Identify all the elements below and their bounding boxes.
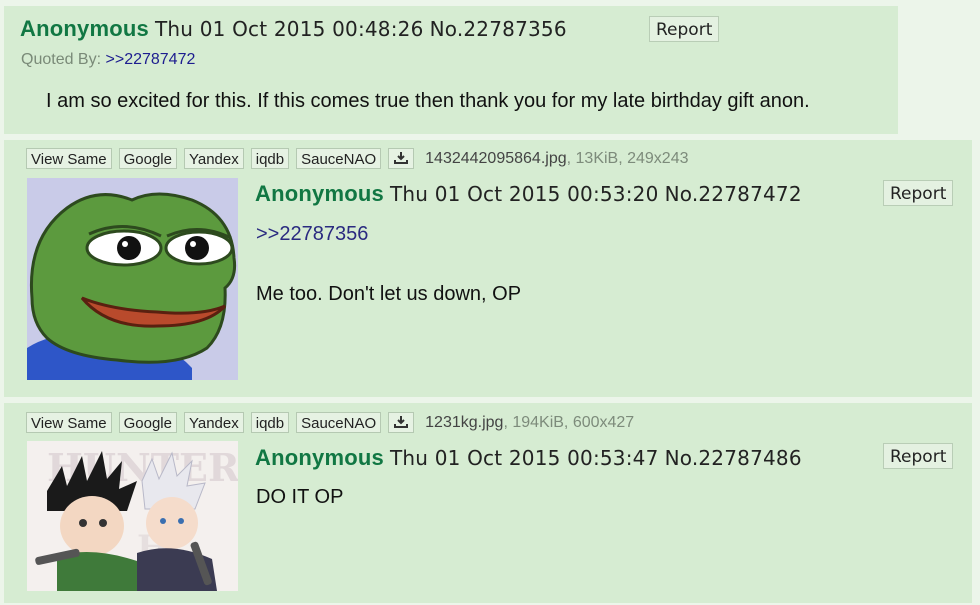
poster-name: Anonymous: [255, 181, 384, 206]
yandex-button[interactable]: Yandex: [183, 412, 244, 433]
file-info: 1432442095864.jpg, 13KiB, 249x243: [425, 150, 688, 168]
google-button[interactable]: Google: [118, 412, 177, 433]
post-22787356: Anonymous Thu 01 Oct 2015 00:48:26 No.22…: [4, 6, 898, 134]
post-datetime: Thu 01 Oct 2015 00:53:20: [389, 182, 659, 206]
saucenao-button[interactable]: SauceNAO: [296, 412, 382, 433]
post-message: Me too. Don't let us down, OP: [256, 283, 522, 305]
file-info: 1231kg.jpg, 194KiB, 600x427: [425, 414, 634, 432]
file-name-link[interactable]: 1432442095864.jpg: [425, 150, 566, 167]
post-22787472: View Same Google Yandex iqdb SauceNAO 14…: [4, 140, 972, 397]
post-datetime: Thu 01 Oct 2015 00:48:26: [154, 17, 424, 41]
report-button[interactable]: Report: [883, 180, 954, 206]
post-header: Anonymous Thu 01 Oct 2015 00:48:26 No.22…: [20, 16, 567, 42]
post-message: DO IT OP: [256, 486, 344, 508]
file-meta: , 13KiB, 249x243: [566, 149, 689, 167]
post-header: Anonymous Thu 01 Oct 2015 00:53:20 No.22…: [255, 181, 802, 207]
iqdb-button[interactable]: iqdb: [250, 148, 290, 169]
post-number[interactable]: No.22787472: [665, 182, 802, 206]
post-datetime: Thu 01 Oct 2015 00:53:47: [389, 446, 659, 470]
download-icon[interactable]: [388, 412, 415, 433]
iqdb-button[interactable]: iqdb: [250, 412, 290, 433]
file-meta: , 194KiB, 600x427: [503, 413, 635, 431]
view-same-button[interactable]: View Same: [26, 148, 112, 169]
post-22787486: View Same Google Yandex iqdb SauceNAO 12…: [4, 403, 972, 603]
report-button[interactable]: Report: [883, 443, 954, 469]
post-message: I am so excited for this. If this comes …: [46, 90, 810, 112]
quote-link[interactable]: >>22787356: [256, 223, 368, 246]
quoted-by-link[interactable]: >>22787472: [106, 51, 196, 68]
post-number[interactable]: No.22787486: [665, 446, 802, 470]
google-button[interactable]: Google: [118, 148, 177, 169]
anime-thumbnail[interactable]: HUNTER H: [27, 441, 238, 591]
quoted-by: Quoted By: >>22787472: [21, 51, 195, 69]
yandex-button[interactable]: Yandex: [183, 148, 244, 169]
report-button[interactable]: Report: [649, 16, 720, 42]
download-icon[interactable]: [388, 148, 415, 169]
saucenao-button[interactable]: SauceNAO: [296, 148, 382, 169]
post-header: Anonymous Thu 01 Oct 2015 00:53:47 No.22…: [255, 445, 802, 471]
poster-name: Anonymous: [20, 16, 149, 41]
poster-name: Anonymous: [255, 445, 384, 470]
image-search-buttons: View Same Google Yandex iqdb SauceNAO 14…: [26, 148, 689, 169]
view-same-button[interactable]: View Same: [26, 412, 112, 433]
image-search-buttons: View Same Google Yandex iqdb SauceNAO 12…: [26, 412, 634, 433]
quoted-by-label: Quoted By:: [21, 51, 102, 68]
pepe-thumbnail[interactable]: [27, 178, 238, 380]
file-name-link[interactable]: 1231kg.jpg: [425, 414, 503, 431]
post-number[interactable]: No.22787356: [430, 17, 567, 41]
